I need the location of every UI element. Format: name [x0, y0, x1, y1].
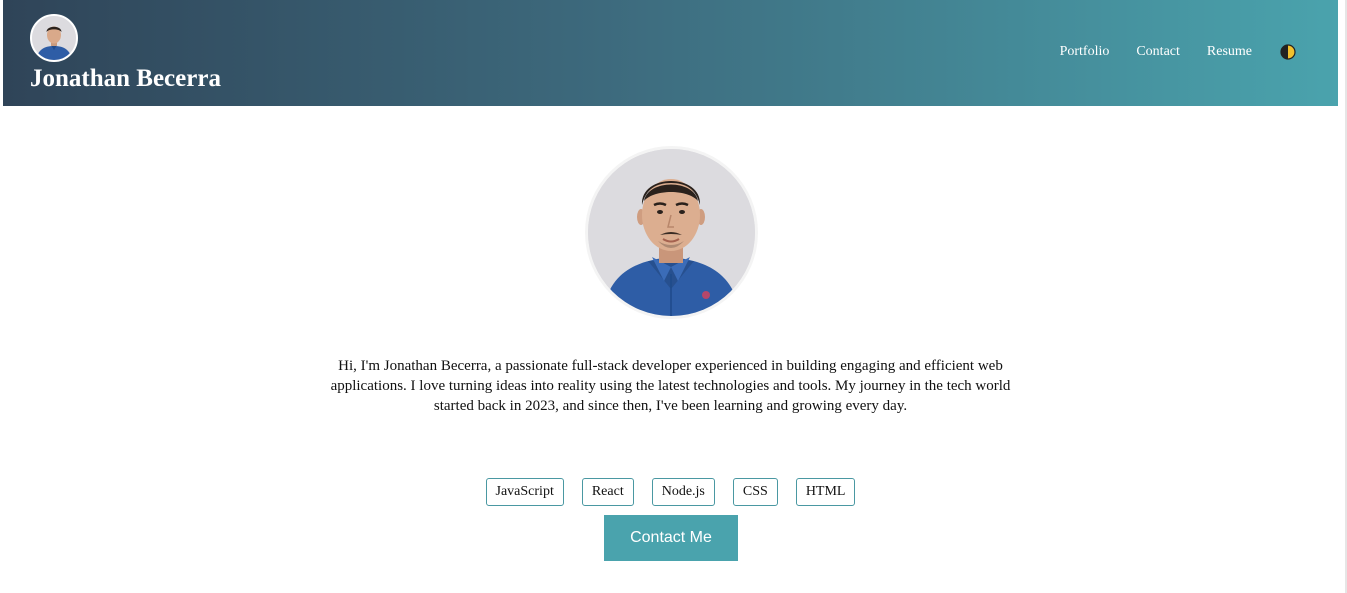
nav-link-resume[interactable]: Resume [1207, 42, 1252, 62]
profile-photo [588, 149, 755, 316]
skill-tag-nodejs: Node.js [651, 478, 715, 506]
header-avatar [30, 14, 78, 62]
skill-tag-javascript: JavaScript [485, 478, 564, 506]
main-nav: Portfolio Contact Resume [1033, 42, 1296, 62]
bio-text: Hi, I'm Jonathan Becerra, a passionate f… [330, 358, 1011, 414]
page: Jonathan Becerra Portfolio Contact Resum… [0, 0, 1347, 593]
site-title: Jonathan Becerra [30, 65, 221, 92]
skill-tag-css: CSS [732, 478, 778, 506]
skills-list: JavaScript React Node.js CSS HTML [0, 478, 1341, 506]
nav-link-portfolio[interactable]: Portfolio [1060, 42, 1110, 62]
nav-link-contact[interactable]: Contact [1136, 42, 1180, 62]
skill-tag-html: HTML [795, 478, 856, 506]
skill-tag-react: React [581, 478, 634, 506]
site-header: Jonathan Becerra Portfolio Contact Resum… [3, 0, 1338, 106]
theme-toggle-icon[interactable] [1280, 44, 1296, 60]
profile-person-image [588, 149, 755, 316]
avatar-person-image [32, 16, 76, 60]
contact-me-button[interactable]: Contact Me [604, 515, 738, 561]
